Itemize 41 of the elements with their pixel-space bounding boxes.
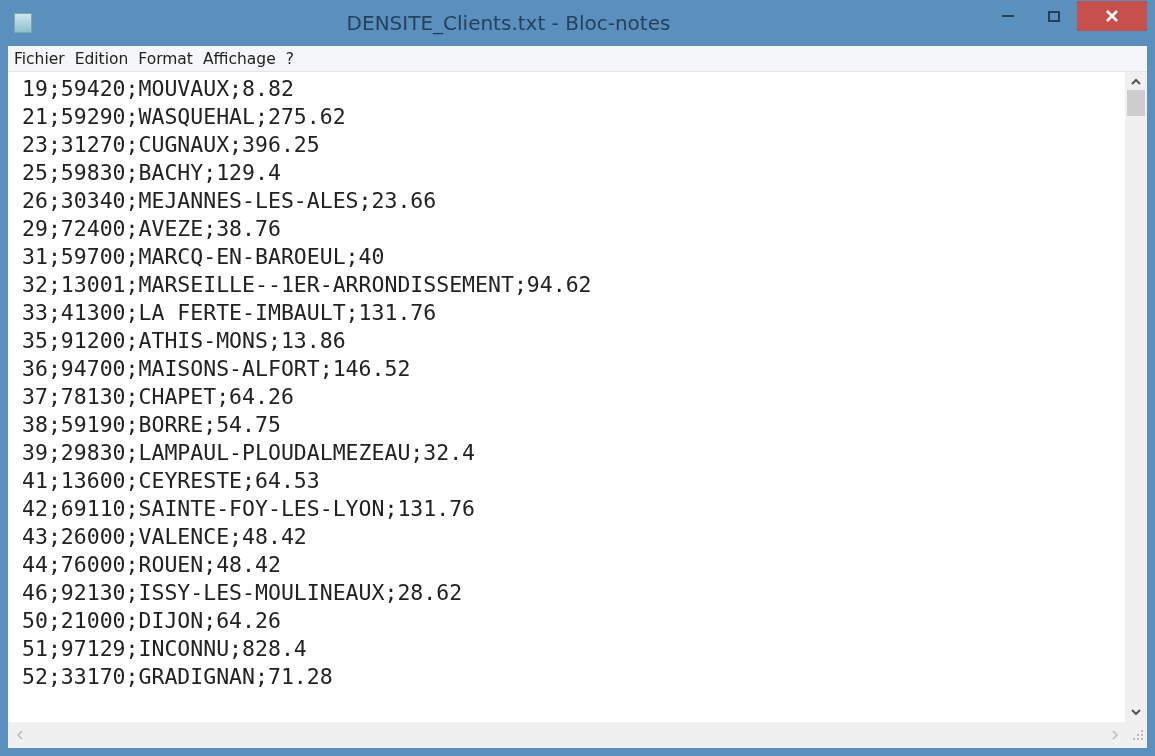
text-line: 36;94700;MAISONS-ALFORT;146.52 bbox=[22, 355, 412, 383]
text-line: 32;13001;MARSEILLE--1ER-ARRONDISSEMENT;94.62 bbox=[22, 271, 593, 299]
text-line: 21;59290;WASQUEHAL;275.62 bbox=[22, 103, 347, 131]
window-title: DENSITE_Clients.txt - Bloc-notes bbox=[345, 11, 672, 35]
text-line: 41;13600;CEYRESTE;64.53 bbox=[22, 467, 321, 495]
resize-grip-icon[interactable] bbox=[1133, 730, 1143, 740]
vertical-scrollbar[interactable] bbox=[1125, 72, 1147, 722]
minimize-icon bbox=[1002, 14, 1014, 18]
text-line: 43;26000;VALENCE;48.42 bbox=[22, 523, 308, 551]
text-line: 42;69110;SAINTE-FOY-LES-LYON;131.76 bbox=[22, 495, 477, 523]
text-line: 26;30340;MEJANNES-LES-ALES;23.66 bbox=[22, 187, 438, 215]
close-button[interactable] bbox=[1077, 1, 1147, 31]
text-line: 31;59700;MARCQ-EN-BAROEUL;40 bbox=[22, 243, 386, 271]
text-line: 44;76000;ROUEN;48.42 bbox=[22, 551, 282, 579]
chevron-up-icon[interactable] bbox=[1131, 78, 1141, 86]
text-line: 25;59830;BACHY;129.4 bbox=[22, 159, 282, 187]
text-line: 35;91200;ATHIS-MONS;13.86 bbox=[22, 327, 347, 355]
text-line: 23;31270;CUGNAUX;396.25 bbox=[22, 131, 321, 159]
menu-item[interactable]: Fichier bbox=[12, 49, 67, 68]
menu-item[interactable]: Edition bbox=[72, 49, 131, 68]
text-line: 50;21000;DIJON;64.26 bbox=[22, 607, 282, 635]
menu-item[interactable]: ? bbox=[283, 49, 296, 68]
text-line: 46;92130;ISSY-LES-MOULINEAUX;28.62 bbox=[22, 579, 464, 607]
chevron-down-icon[interactable] bbox=[1131, 708, 1141, 716]
text-line: 39;29830;LAMPAUL-PLOUDALMEZEAU;32.4 bbox=[22, 439, 477, 467]
chevron-right-icon[interactable] bbox=[1111, 730, 1119, 740]
text-line: 38;59190;BORRE;54.75 bbox=[22, 411, 282, 439]
notepad-icon bbox=[14, 13, 32, 33]
text-line: 19;59420;MOUVAUX;8.82 bbox=[22, 75, 295, 103]
text-line: 37;78130;CHAPET;64.26 bbox=[22, 383, 295, 411]
text-line: 51;97129;INCONNU;828.4 bbox=[22, 635, 308, 663]
text-line: 29;72400;AVEZE;38.76 bbox=[22, 215, 282, 243]
horizontal-scrollbar[interactable] bbox=[8, 722, 1147, 748]
text-line: 33;41300;LA FERTE-IMBAULT;131.76 bbox=[22, 299, 438, 327]
close-icon bbox=[1106, 10, 1118, 22]
scrollbar-thumb[interactable] bbox=[1127, 90, 1145, 116]
menu-item[interactable]: Affichage bbox=[200, 49, 278, 68]
text-line: 52;33170;GRADIGNAN;71.28 bbox=[22, 663, 334, 691]
maximize-icon bbox=[1048, 10, 1060, 22]
menu-item[interactable]: Format bbox=[136, 49, 195, 68]
chevron-left-icon[interactable] bbox=[16, 730, 24, 740]
